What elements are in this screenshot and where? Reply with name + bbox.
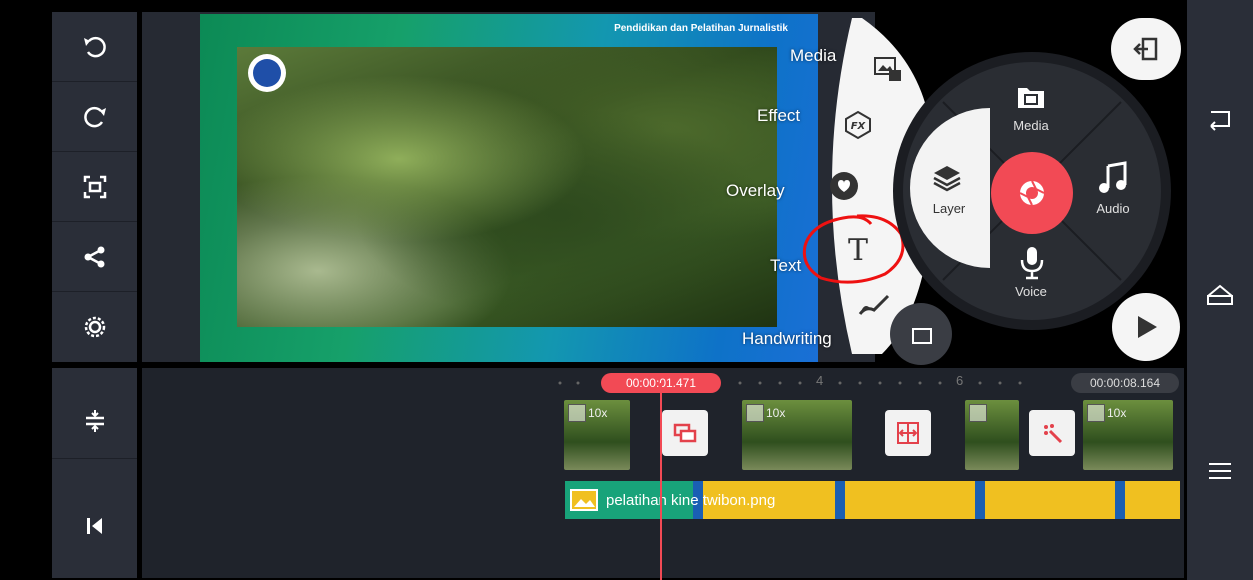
- transition-overlap-icon: [673, 423, 697, 443]
- home-icon[interactable]: [1205, 282, 1235, 310]
- transition-button[interactable]: [1029, 410, 1075, 456]
- voice-mic-icon[interactable]: [1018, 245, 1046, 281]
- playhead[interactable]: [660, 383, 662, 580]
- logo-icon: [248, 54, 286, 92]
- transition-button[interactable]: [662, 410, 708, 456]
- skip-start-icon: [86, 517, 102, 534]
- effect-fx-icon[interactable]: FX: [843, 110, 873, 140]
- arc-label-effect: Effect: [757, 106, 801, 125]
- image-layer-icon: [570, 489, 598, 511]
- settings-icon: [84, 316, 105, 337]
- skip-start-button[interactable]: [52, 478, 137, 573]
- video-frame: [237, 47, 777, 327]
- film-icon: [568, 404, 586, 422]
- crop-icon: [83, 175, 106, 198]
- voice-label: Voice: [1015, 284, 1047, 299]
- redo-icon: [83, 106, 106, 127]
- left-toolbar: [52, 12, 137, 362]
- redo-button[interactable]: [52, 82, 137, 152]
- record-button[interactable]: [991, 152, 1073, 234]
- undo-button[interactable]: [52, 12, 137, 82]
- audio-note-icon[interactable]: [1097, 160, 1129, 196]
- ruler-mark-6: 6: [956, 373, 964, 388]
- arc-label-media: Media: [790, 46, 837, 65]
- media-folder-icon[interactable]: [1016, 82, 1046, 112]
- arc-label-handwriting: Handwriting: [742, 329, 832, 348]
- film-icon: [746, 404, 764, 422]
- share-icon: [84, 246, 104, 267]
- film-icon: [969, 404, 987, 422]
- svg-text:FX: FX: [851, 121, 867, 132]
- total-time-badge: 00:00:08.164: [1071, 373, 1179, 393]
- layer-name: pelatihan kine twibon.png: [606, 492, 776, 509]
- handwriting-brush-icon[interactable]: [856, 292, 892, 318]
- back-icon[interactable]: [1207, 108, 1233, 132]
- overlay-sticker-icon[interactable]: [828, 170, 860, 202]
- align-icon: [85, 409, 104, 432]
- film-icon: [1087, 404, 1105, 422]
- media-label: Media: [1013, 118, 1049, 133]
- system-nav-bar: [1187, 0, 1253, 580]
- video-clip[interactable]: 10x: [742, 400, 852, 470]
- video-clip[interactable]: [965, 400, 1019, 470]
- undo-icon: [83, 36, 106, 57]
- preview-title: Pendidikan dan Pelatihan Jurnalistik: [614, 23, 788, 34]
- left-toolbar-bottom: [52, 368, 137, 578]
- audio-label: Audio: [1096, 201, 1130, 216]
- aspect-icon: [912, 328, 932, 344]
- settings-button[interactable]: [52, 292, 137, 361]
- transition-magic-icon: [1044, 424, 1063, 444]
- camera-shutter-icon: [1019, 180, 1045, 206]
- ruler-mark-4: 4: [816, 373, 824, 388]
- layer-label: Layer: [932, 201, 966, 216]
- timeline-panel[interactable]: [142, 368, 1184, 578]
- video-clip[interactable]: 10x: [564, 400, 630, 470]
- highlight-circle-annotation: [802, 214, 905, 284]
- media-add-icon[interactable]: [873, 56, 903, 84]
- arc-label-overlay: Overlay: [726, 181, 785, 200]
- transition-split-icon: [897, 422, 919, 444]
- crop-button[interactable]: [52, 152, 137, 222]
- clip-speed: 10x: [1107, 406, 1127, 420]
- exit-icon: [1133, 37, 1158, 61]
- clip-speed: 10x: [766, 406, 786, 420]
- clip-speed: 10x: [588, 406, 608, 420]
- layers-icon: [933, 166, 961, 192]
- video-clip[interactable]: 10x: [1083, 400, 1173, 470]
- share-button[interactable]: [52, 222, 137, 292]
- menu-icon[interactable]: [1207, 459, 1233, 483]
- align-button[interactable]: [52, 383, 137, 459]
- transition-button[interactable]: [885, 410, 931, 456]
